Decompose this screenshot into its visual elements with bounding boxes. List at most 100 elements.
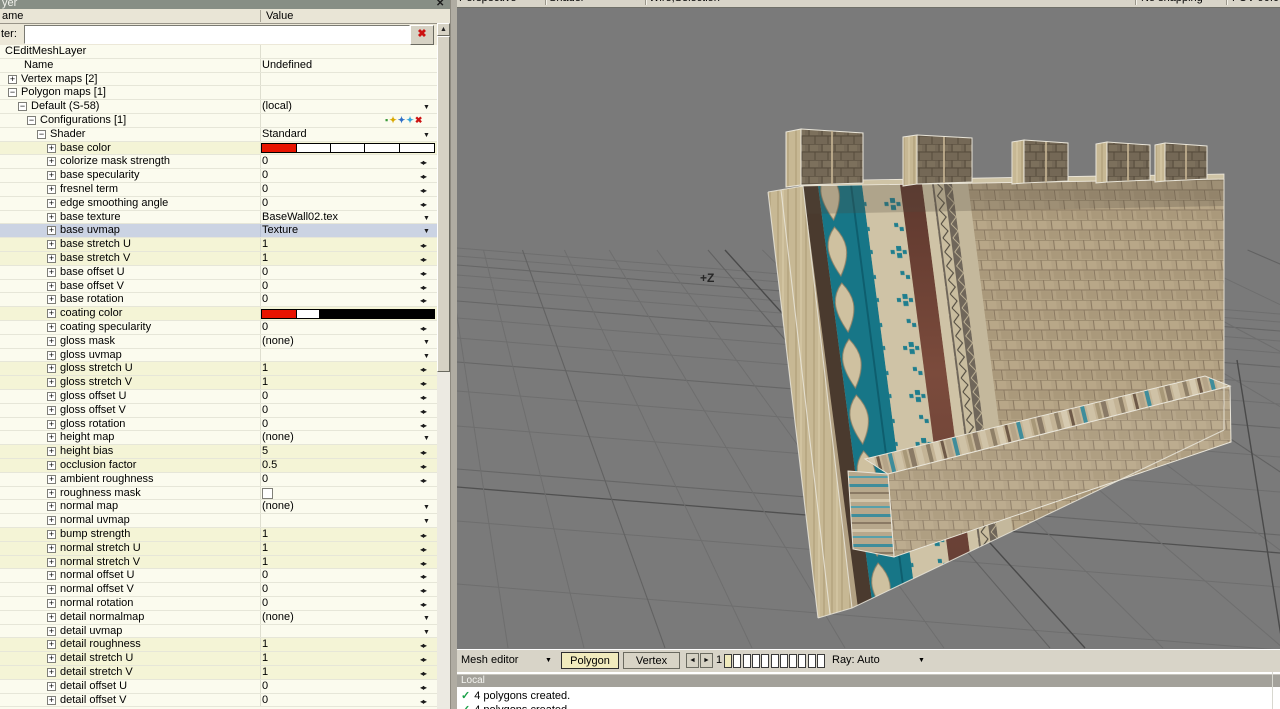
swatch-cell[interactable] <box>399 144 434 153</box>
config-new-icon[interactable]: ▪ <box>385 115 388 125</box>
property-row[interactable]: + edge smoothing angle 0 ◂▸ <box>0 196 437 212</box>
value-spinner-icon[interactable]: ◂▸ <box>420 640 427 653</box>
tree-expand-icon[interactable]: + <box>47 240 56 250</box>
property-row[interactable]: + gloss rotation 0 ◂▸ <box>0 417 437 432</box>
property-row[interactable]: + base stretch U 1 ◂▸ <box>0 238 437 252</box>
frame-box[interactable] <box>789 654 798 668</box>
config-move-up-icon[interactable]: ✦ <box>406 115 414 125</box>
value-spinner-icon[interactable]: ◂▸ <box>420 199 427 212</box>
property-row[interactable]: + gloss uvmap ▼ <box>0 348 437 363</box>
tree-expand-icon[interactable]: + <box>47 433 56 443</box>
filter-input[interactable] <box>24 25 410 44</box>
tree-expand-icon[interactable]: + <box>47 626 56 636</box>
config-move-down-icon[interactable]: ✦ <box>398 115 406 125</box>
value-spinner-icon[interactable]: ◂▸ <box>420 171 427 184</box>
tree-expand-icon[interactable]: + <box>47 695 56 705</box>
property-row[interactable]: + base rotation 0 ◂▸ <box>0 293 437 308</box>
close-icon[interactable]: ✕ <box>436 0 444 9</box>
property-row[interactable]: + gloss mask (none) ▼ <box>0 334 437 350</box>
tree-expand-icon[interactable]: + <box>47 599 56 608</box>
tree-expand-icon[interactable]: + <box>47 530 56 539</box>
scrollbar-up-icon[interactable]: ▲ <box>437 23 450 36</box>
tree-expand-icon[interactable]: + <box>47 323 56 332</box>
config-add-icon[interactable]: ✦ <box>389 115 397 125</box>
value-spinner-icon[interactable]: ◂▸ <box>420 696 427 709</box>
panel-title-bar[interactable]: yer ✕ <box>0 0 450 9</box>
property-row[interactable]: + normal stretch V 1 ◂▸ <box>0 555 437 571</box>
dropdown-arrow-icon[interactable]: ▼ <box>423 613 430 626</box>
tree-expand-icon[interactable]: + <box>47 585 56 595</box>
chevron-down-icon[interactable]: ▼ <box>918 657 925 664</box>
checkbox[interactable] <box>262 487 273 499</box>
dropdown-arrow-icon[interactable]: ▼ <box>423 433 430 446</box>
dropdown-arrow-icon[interactable]: ▼ <box>423 627 430 640</box>
property-row[interactable]: − Default (S-58) (local) ▼ <box>0 100 437 114</box>
property-row[interactable]: + height map (none) ▼ <box>0 431 437 446</box>
property-row[interactable]: + ambient roughness 0 ◂▸ <box>0 472 437 487</box>
value-spinner-icon[interactable]: ◂▸ <box>420 364 427 377</box>
filter-clear-button[interactable]: ✖ <box>410 25 434 45</box>
3d-viewport[interactable]: +Z <box>457 0 1280 649</box>
viewport-canvas[interactable]: +Z <box>457 0 1280 649</box>
property-row[interactable]: − Shader Standard ▼ <box>0 127 437 143</box>
value-spinner-icon[interactable]: ◂▸ <box>420 282 427 295</box>
property-row[interactable]: + coating specularity 0 ◂▸ <box>0 321 437 335</box>
tree-collapse-icon[interactable]: − <box>8 88 17 98</box>
property-row[interactable]: Name Undefined <box>0 58 437 73</box>
frame-box[interactable] <box>779 654 788 668</box>
value-spinner-icon[interactable]: ◂▸ <box>420 654 427 667</box>
viewport-toolbar-dropdown[interactable]: Perspective <box>459 0 516 4</box>
tree-expand-icon[interactable]: + <box>47 392 56 401</box>
color-swatch[interactable] <box>261 143 435 154</box>
tree-expand-icon[interactable]: + <box>47 447 56 457</box>
chevron-down-icon[interactable]: ▼ <box>1123 0 1130 2</box>
property-row[interactable]: + Vertex maps [2] <box>0 72 437 87</box>
swatch-cell[interactable] <box>262 144 296 153</box>
property-row[interactable]: + base color <box>0 141 437 156</box>
swatch-cell[interactable] <box>319 309 434 318</box>
dropdown-arrow-icon[interactable]: ▼ <box>423 337 430 350</box>
value-spinner-icon[interactable]: ◂▸ <box>420 530 427 543</box>
value-spinner-icon[interactable]: ◂▸ <box>420 392 427 405</box>
property-row[interactable]: + detail stretch V 1 ◂▸ <box>0 666 437 680</box>
value-spinner-icon[interactable]: ◂▸ <box>420 585 427 598</box>
tree-expand-icon[interactable]: + <box>47 654 56 664</box>
tree-expand-icon[interactable]: + <box>47 681 56 691</box>
tree-expand-icon[interactable]: + <box>47 212 56 222</box>
viewport-toolbar-dropdown[interactable]: FOV 90.0 <box>1232 0 1279 4</box>
value-spinner-icon[interactable]: ◂▸ <box>420 406 427 419</box>
value-spinner-icon[interactable]: ◂▸ <box>420 558 427 571</box>
value-spinner-icon[interactable]: ◂▸ <box>420 682 427 695</box>
tree-expand-icon[interactable]: + <box>47 461 56 470</box>
property-row[interactable]: + colorize mask strength 0 ◂▸ <box>0 155 437 170</box>
column-splitter[interactable] <box>260 10 261 22</box>
page-left-button[interactable]: ◄ <box>686 653 699 668</box>
tree-expand-icon[interactable]: + <box>47 226 56 236</box>
tree-expand-icon[interactable]: + <box>47 198 56 208</box>
tree-expand-icon[interactable]: + <box>47 516 56 526</box>
tree-expand-icon[interactable]: + <box>47 571 56 581</box>
dropdown-arrow-icon[interactable]: ▼ <box>423 502 430 515</box>
mesh-editor-dropdown[interactable]: Mesh editor <box>461 654 518 666</box>
tree-expand-icon[interactable]: + <box>47 157 56 167</box>
property-row[interactable]: + gloss offset U 0 ◂▸ <box>0 390 437 404</box>
property-row[interactable]: + coating color <box>0 307 437 321</box>
property-row[interactable]: + base uvmap Texture ▼ <box>0 224 437 239</box>
property-row[interactable]: CEditMeshLayer <box>0 45 437 59</box>
chevron-down-icon[interactable]: ▼ <box>533 0 540 2</box>
property-row[interactable]: + bump strength 1 ◂▸ <box>0 528 437 542</box>
dropdown-arrow-icon[interactable]: ▼ <box>423 130 430 143</box>
property-row[interactable]: + base offset U 0 ◂▸ <box>0 265 437 280</box>
frame-box[interactable] <box>798 654 807 668</box>
config-delete-icon[interactable]: ✖ <box>415 115 423 125</box>
property-row[interactable]: + occlusion factor 0.5 ◂▸ <box>0 459 437 473</box>
tree-expand-icon[interactable]: + <box>47 171 56 181</box>
tree-collapse-icon[interactable]: − <box>27 116 36 125</box>
value-spinner-icon[interactable]: ◂▸ <box>420 185 427 198</box>
value-spinner-icon[interactable]: ◂▸ <box>420 544 427 557</box>
value-spinner-icon[interactable]: ◂▸ <box>420 668 427 681</box>
value-spinner-icon[interactable]: ◂▸ <box>420 599 427 612</box>
frame-box[interactable] <box>742 654 751 668</box>
property-row[interactable]: + detail offset U 0 ◂▸ <box>0 679 437 695</box>
property-row[interactable]: + gloss offset V 0 ◂▸ <box>0 403 437 419</box>
